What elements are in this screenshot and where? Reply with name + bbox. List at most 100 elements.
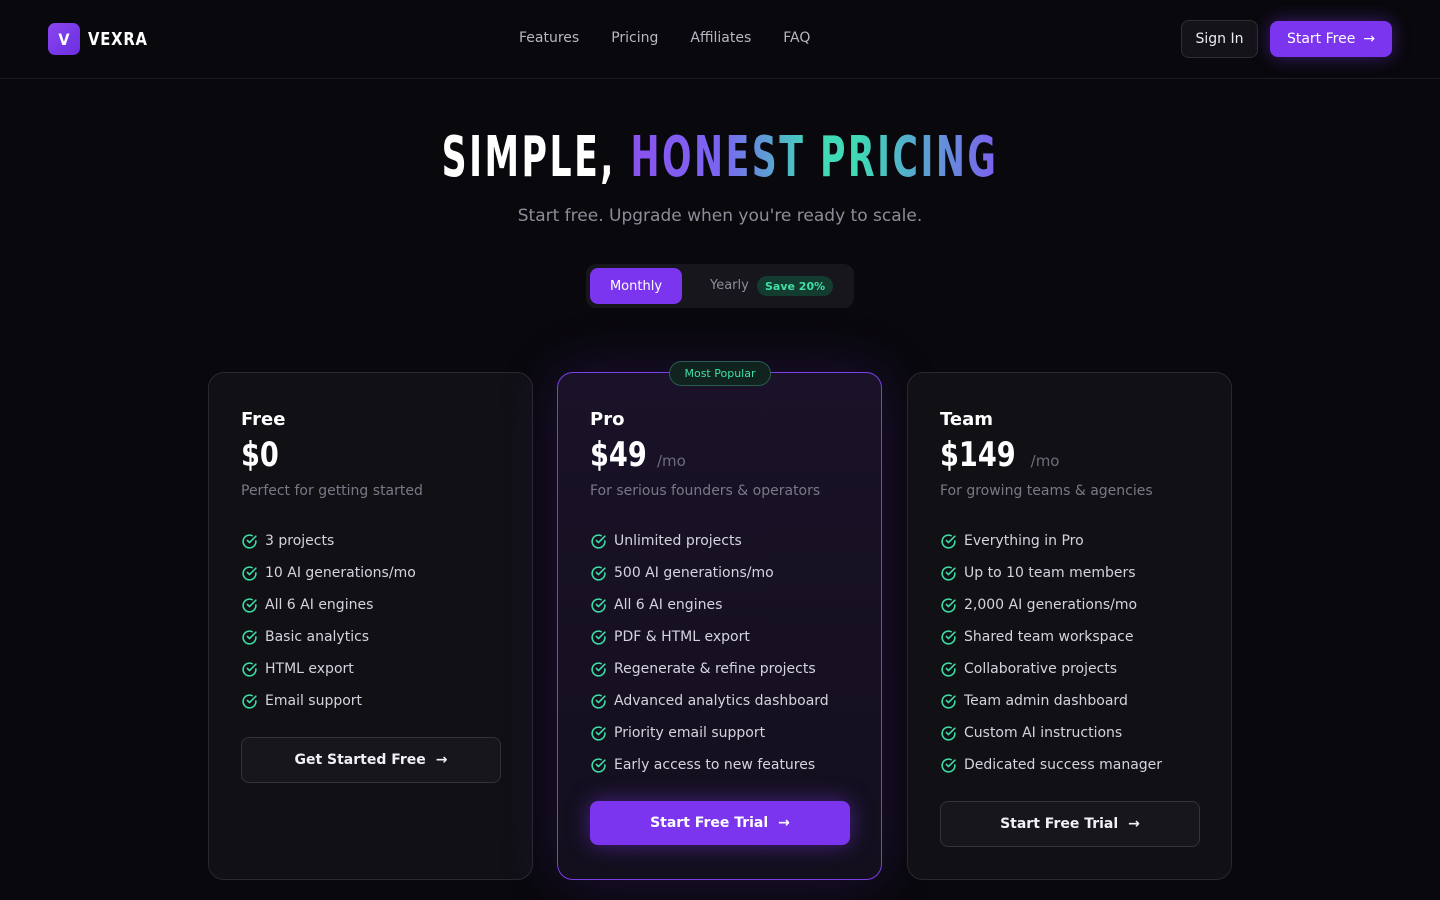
feature-item: 500 AI generations/mo: [590, 557, 829, 589]
check-circle-icon: [242, 597, 257, 613]
check-circle-icon: [591, 629, 606, 645]
price-row: $149 /mo: [940, 435, 1059, 475]
plan-description: For growing teams & agencies: [940, 483, 1153, 499]
feature-text: PDF & HTML export: [614, 629, 750, 645]
check-circle-icon: [941, 757, 956, 773]
feature-text: Basic analytics: [265, 629, 370, 645]
feature-item: All 6 AI engines: [241, 589, 416, 621]
check-circle-icon: [591, 565, 606, 581]
feature-item: Dedicated success manager: [940, 749, 1162, 781]
feature-item: 10 AI generations/mo: [241, 557, 416, 589]
start-free-trial-button-team[interactable]: Start Free Trial →: [940, 801, 1200, 847]
plan-name: Free: [241, 409, 286, 430]
feature-item: Priority email support: [590, 717, 829, 749]
feature-text: Advanced analytics dashboard: [614, 693, 829, 709]
feature-text: Early access to new features: [614, 757, 816, 773]
check-circle-icon: [591, 533, 606, 549]
get-started-free-button[interactable]: Get Started Free →: [241, 737, 501, 783]
sign-in-button[interactable]: Sign In: [1181, 20, 1258, 58]
feature-text: 10 AI generations/mo: [265, 565, 416, 581]
title-part-simple: SIMPLE,: [441, 125, 616, 190]
plan-card-team: Team $149 /mo For growing teams & agenci…: [907, 372, 1232, 880]
nav-link-faq[interactable]: FAQ: [783, 30, 810, 46]
feature-item: Collaborative projects: [940, 653, 1162, 685]
feature-text: Regenerate & refine projects: [614, 661, 816, 677]
cta-label: Start Free Trial: [1000, 816, 1119, 832]
plan-card-free: Free $0 Perfect for getting started 3 pr…: [208, 372, 533, 880]
start-free-label: Start Free: [1286, 31, 1356, 47]
price-row: $0: [241, 435, 288, 475]
price-row: $49 /mo: [590, 435, 686, 475]
feature-item: Early access to new features: [590, 749, 829, 781]
check-circle-icon: [941, 533, 956, 549]
check-circle-icon: [242, 533, 257, 549]
plan-card-pro: Most Popular Pro $49 /mo For serious fou…: [557, 361, 882, 880]
feature-list: Unlimited projects 500 AI generations/mo A…: [590, 525, 829, 781]
feature-item: Unlimited projects: [590, 525, 829, 557]
feature-text: 3 projects: [265, 533, 335, 549]
plan-name: Team: [940, 409, 993, 430]
feature-item: Email support: [241, 685, 416, 717]
page-title: SIMPLE, HONEST PRICING: [0, 122, 1440, 194]
feature-text: 500 AI generations/mo: [614, 565, 774, 581]
check-circle-icon: [591, 693, 606, 709]
feature-item: HTML export: [241, 653, 416, 685]
check-circle-icon: [242, 693, 257, 709]
arrow-right-icon: →: [778, 815, 790, 831]
check-circle-icon: [941, 629, 956, 645]
billing-yearly-option[interactable]: Yearly: [710, 278, 749, 293]
plan-description: For serious founders & operators: [590, 483, 821, 499]
feature-text: Collaborative projects: [964, 661, 1118, 677]
brand-logo[interactable]: V VEXRA: [48, 23, 161, 55]
check-circle-icon: [242, 661, 257, 677]
feature-text: HTML export: [265, 661, 354, 677]
feature-item: Team admin dashboard: [940, 685, 1162, 717]
feature-list: 3 projects 10 AI generations/mo All 6 AI e…: [241, 525, 416, 717]
feature-text: Everything in Pro: [964, 533, 1084, 549]
feature-text: All 6 AI engines: [614, 597, 723, 613]
check-circle-icon: [242, 565, 257, 581]
check-circle-icon: [591, 661, 606, 677]
feature-text: Dedicated success manager: [964, 757, 1163, 773]
nav-links: Features Pricing Affiliates FAQ: [519, 30, 842, 46]
price-period: /mo: [1030, 452, 1060, 470]
feature-item: Basic analytics: [241, 621, 416, 653]
brand-name: VEXRA: [88, 28, 148, 50]
feature-item: Shared team workspace: [940, 621, 1162, 653]
nav-link-pricing[interactable]: Pricing: [611, 30, 658, 46]
feature-text: All 6 AI engines: [265, 597, 374, 613]
feature-list: Everything in Pro Up to 10 team members 2,…: [940, 525, 1162, 781]
arrow-right-icon: →: [435, 752, 448, 768]
cta-label: Start Free Trial: [650, 815, 769, 831]
check-circle-icon: [941, 661, 956, 677]
nav-link-features[interactable]: Features: [519, 30, 579, 46]
page-subtitle: Start free. Upgrade when you're ready to…: [517, 206, 923, 226]
title-part-honest-pricing: HONEST PRICING: [630, 125, 999, 190]
feature-text: 2,000 AI generations/mo: [964, 597, 1138, 613]
feature-text: Priority email support: [614, 725, 766, 741]
check-circle-icon: [591, 597, 606, 613]
feature-item: Custom AI instructions: [940, 717, 1162, 749]
feature-text: Email support: [265, 693, 363, 709]
feature-item: 2,000 AI generations/mo: [940, 589, 1162, 621]
start-free-button[interactable]: Start Free →: [1270, 21, 1392, 57]
plan-price: $149: [940, 435, 1016, 475]
check-circle-icon: [941, 597, 956, 613]
feature-text: Unlimited projects: [614, 533, 742, 549]
feature-item: 3 projects: [241, 525, 416, 557]
feature-item: All 6 AI engines: [590, 589, 829, 621]
nav-link-affiliates[interactable]: Affiliates: [690, 30, 751, 46]
plan-name: Pro: [590, 409, 625, 430]
check-circle-icon: [591, 757, 606, 773]
start-free-trial-button-pro[interactable]: Start Free Trial →: [590, 801, 850, 845]
save-badge: Save 20%: [757, 276, 834, 296]
price-period: /mo: [656, 452, 686, 470]
cta-label: Get Started Free: [294, 752, 426, 768]
billing-monthly-option[interactable]: Monthly: [590, 268, 682, 304]
arrow-right-icon: →: [1363, 31, 1376, 47]
feature-item: Regenerate & refine projects: [590, 653, 829, 685]
feature-text: Custom AI instructions: [964, 725, 1123, 741]
arrow-right-icon: →: [1128, 816, 1140, 832]
check-circle-icon: [941, 693, 956, 709]
feature-item: Advanced analytics dashboard: [590, 685, 829, 717]
